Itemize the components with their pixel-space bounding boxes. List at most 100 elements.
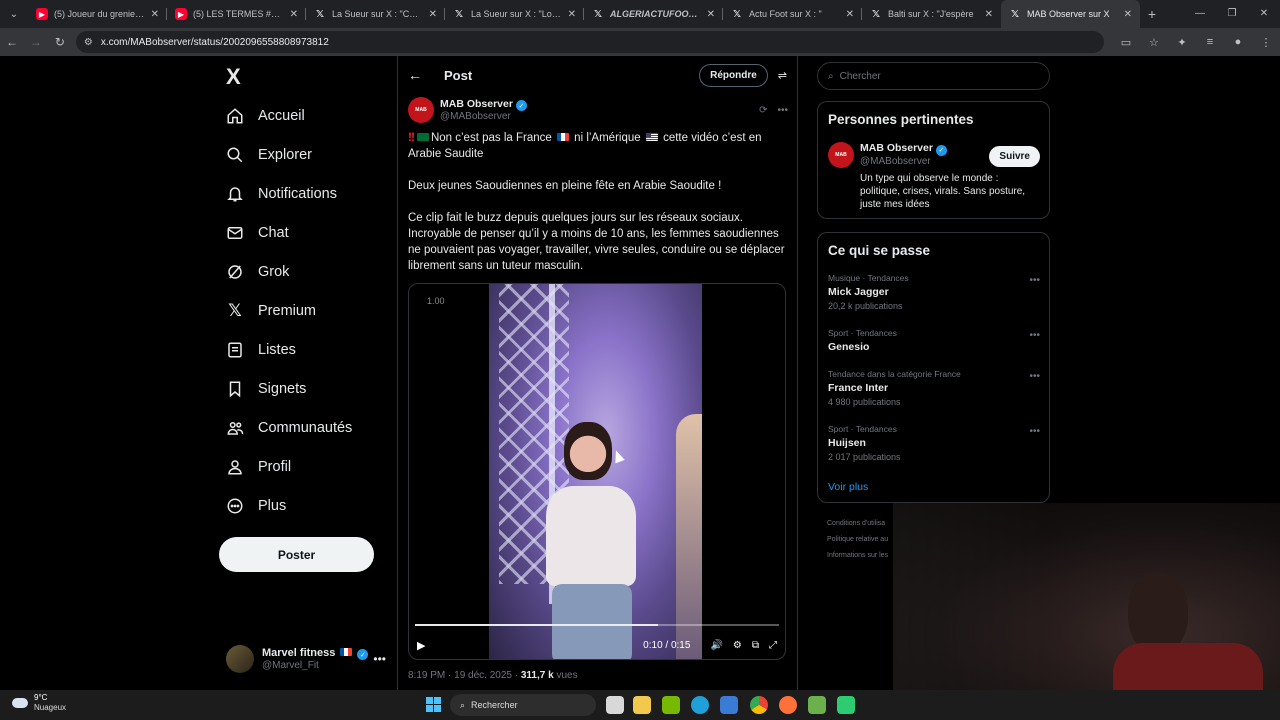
more-icon[interactable]: ••• (1029, 371, 1040, 382)
back-icon[interactable]: ← (0, 35, 24, 49)
weather-widget[interactable]: 9°C Nuageux (12, 693, 66, 713)
close-icon[interactable]: ✕ (429, 9, 437, 20)
profile-icon[interactable]: ● (1224, 36, 1252, 49)
more-icon[interactable]: ••• (1029, 275, 1040, 286)
close-window-icon[interactable]: ✕ (1248, 0, 1280, 28)
volume-icon[interactable]: 🔊 (710, 640, 722, 651)
footer-link[interactable]: Informations sur les (827, 548, 888, 564)
nav-item-home[interactable]: Accueil (226, 101, 305, 131)
more-icon[interactable]: ••• (1029, 330, 1040, 341)
grok-icon[interactable]: ⟳ (759, 105, 767, 116)
video-frame[interactable] (489, 284, 702, 659)
close-icon[interactable]: ✕ (707, 9, 715, 20)
minimize-icon[interactable]: — (1184, 0, 1216, 28)
close-icon[interactable]: ✕ (846, 9, 854, 20)
nav-item-communities[interactable]: Communautés (226, 413, 352, 443)
nav-item-lists[interactable]: Listes (226, 335, 296, 365)
x-icon: 𝕏 (454, 8, 464, 20)
follow-button[interactable]: Suivre (989, 146, 1040, 167)
video-progress-bar[interactable] (415, 624, 779, 626)
grok-icon (226, 263, 244, 281)
see-more-link[interactable]: Voir plus (828, 481, 868, 493)
picture-in-picture-icon[interactable]: ⧉ (752, 640, 759, 651)
browser-tab[interactable]: ▶ (5) LES TERMES #18 avec ✕ (167, 0, 306, 28)
windows-start-icon[interactable] (426, 697, 441, 712)
nav-item-premium[interactable]: 𝕏 Premium (226, 296, 316, 326)
footer-link[interactable]: Politique relative au (827, 532, 888, 548)
media-icon[interactable]: ≡ (1196, 36, 1224, 49)
x-logo[interactable]: X (226, 64, 241, 90)
trend-item[interactable]: Musique · Tendances Mick Jagger 20,2 k p… (828, 273, 1040, 311)
nav-item-notifications[interactable]: Notifications (226, 179, 337, 209)
avatar[interactable]: MAB (828, 142, 854, 168)
nav-item-grok[interactable]: Grok (226, 257, 289, 287)
nav-item-explore[interactable]: Explorer (226, 140, 312, 170)
browser-tab[interactable]: 𝕏 Balti sur X : "J'espère ✕ (862, 0, 1001, 28)
author-name[interactable]: MAB Observer ✓ (440, 98, 527, 112)
nav-item-profile[interactable]: Profil (226, 452, 291, 482)
settings-icon[interactable]: ⚙ (733, 640, 742, 651)
browser-tab-active[interactable]: 𝕏 MAB Observer sur X ✕ (1001, 0, 1140, 28)
back-arrow-icon[interactable]: ← (408, 67, 422, 83)
nav-item-chat[interactable]: Chat (226, 218, 289, 248)
footer-link[interactable]: Conditions d'utilisa (827, 516, 888, 532)
search-icon (226, 146, 244, 164)
site-info-icon[interactable]: ⚙ (84, 37, 93, 48)
video-player[interactable]: 1.00 ▶ 0:10 / 0:15 🔊 ⚙ ⧉ ⤢ (408, 283, 786, 660)
nvidia-icon[interactable] (662, 696, 680, 714)
task-view-icon[interactable] (606, 696, 624, 714)
search-input[interactable]: ⌕ Chercher (817, 62, 1050, 90)
restore-icon[interactable]: ❐ (1216, 0, 1248, 28)
nav-item-more[interactable]: Plus (226, 491, 286, 521)
file-explorer-icon[interactable] (633, 696, 651, 714)
close-icon[interactable]: ✕ (985, 9, 993, 20)
reload-icon[interactable]: ↻ (48, 35, 72, 49)
close-icon[interactable]: ✕ (1124, 9, 1132, 20)
trend-item[interactable]: Sport · Tendances Huijsen 2 017 publicat… (828, 424, 1040, 462)
post-button[interactable]: Poster (219, 537, 374, 572)
close-icon[interactable]: ✕ (151, 9, 159, 20)
address-bar[interactable]: ⚙ x.com/MABobserver/status/2002096558808… (75, 31, 1104, 53)
browser-tab[interactable]: 𝕏 La Sueur sur X : "Cédric D ✕ (306, 0, 445, 28)
trend-item[interactable]: Sport · Tendances Genesio ••• (828, 328, 1040, 353)
cast-icon[interactable]: ▭ (1112, 36, 1140, 49)
more-icon[interactable]: ••• (373, 652, 386, 666)
post-paragraph: Deux jeunes Saoudiennes en pleine fête e… (408, 180, 722, 192)
app-icon[interactable] (808, 696, 826, 714)
new-tab-button[interactable]: + (1140, 6, 1164, 22)
firefox-icon[interactable] (779, 696, 797, 714)
browser-tab[interactable]: 𝕏 ALGERIACTUFOOT on sur ✕ (584, 0, 723, 28)
more-icon[interactable]: ••• (777, 105, 788, 116)
close-icon[interactable]: ✕ (290, 9, 298, 20)
account-switcher[interactable]: Marvel fitness ✓ @Marvel_Fit ••• (226, 642, 386, 676)
play-icon[interactable]: ▶ (417, 639, 425, 652)
tab-search-button[interactable]: ⌄ (0, 0, 28, 28)
close-icon[interactable]: ✕ (568, 9, 576, 20)
browser-tab[interactable]: 𝕏 La Sueur sur X : "Logan P ✕ (445, 0, 584, 28)
reply-button[interactable]: Répondre (699, 63, 768, 87)
browser-tab[interactable]: ▶ (5) Joueur du grenier - Ba ✕ (28, 0, 167, 28)
star-icon[interactable]: ☆ (1140, 36, 1168, 49)
verified-icon: ✓ (935, 144, 947, 156)
browser-tab[interactable]: 𝕏 Actu Foot sur X : " ✕ (723, 0, 862, 28)
left-navigation: X Accueil Explorer Notifications Chat Gr… (210, 56, 390, 690)
avatar[interactable]: MAB (408, 97, 434, 123)
forward-icon[interactable]: → (24, 35, 48, 49)
menu-icon[interactable]: ⋮ (1252, 36, 1280, 49)
edge-icon[interactable] (691, 696, 709, 714)
nav-label: Explorer (258, 147, 312, 163)
store-icon[interactable] (720, 696, 738, 714)
app-icon[interactable] (837, 696, 855, 714)
fullscreen-icon[interactable]: ⤢ (769, 640, 777, 651)
taskbar-search[interactable]: ⌕ Rechercher (450, 694, 596, 716)
nav-item-bookmarks[interactable]: Signets (226, 374, 306, 404)
more-icon[interactable]: ••• (1029, 426, 1040, 437)
author-handle[interactable]: @MABobserver (440, 111, 527, 122)
post-text: ‼ Non c’est pas la France ni l’Amérique c… (408, 130, 788, 290)
filter-icon[interactable]: ⇌ (778, 69, 787, 82)
extensions-icon[interactable]: ✦ (1168, 36, 1196, 49)
trend-item[interactable]: Tendance dans la catégorie France France… (828, 369, 1040, 407)
panel-title: Personnes pertinentes (828, 112, 974, 127)
chrome-icon[interactable] (750, 696, 768, 714)
post-timestamp[interactable]: 8:19 PM · 19 déc. 2025 · (408, 670, 518, 681)
